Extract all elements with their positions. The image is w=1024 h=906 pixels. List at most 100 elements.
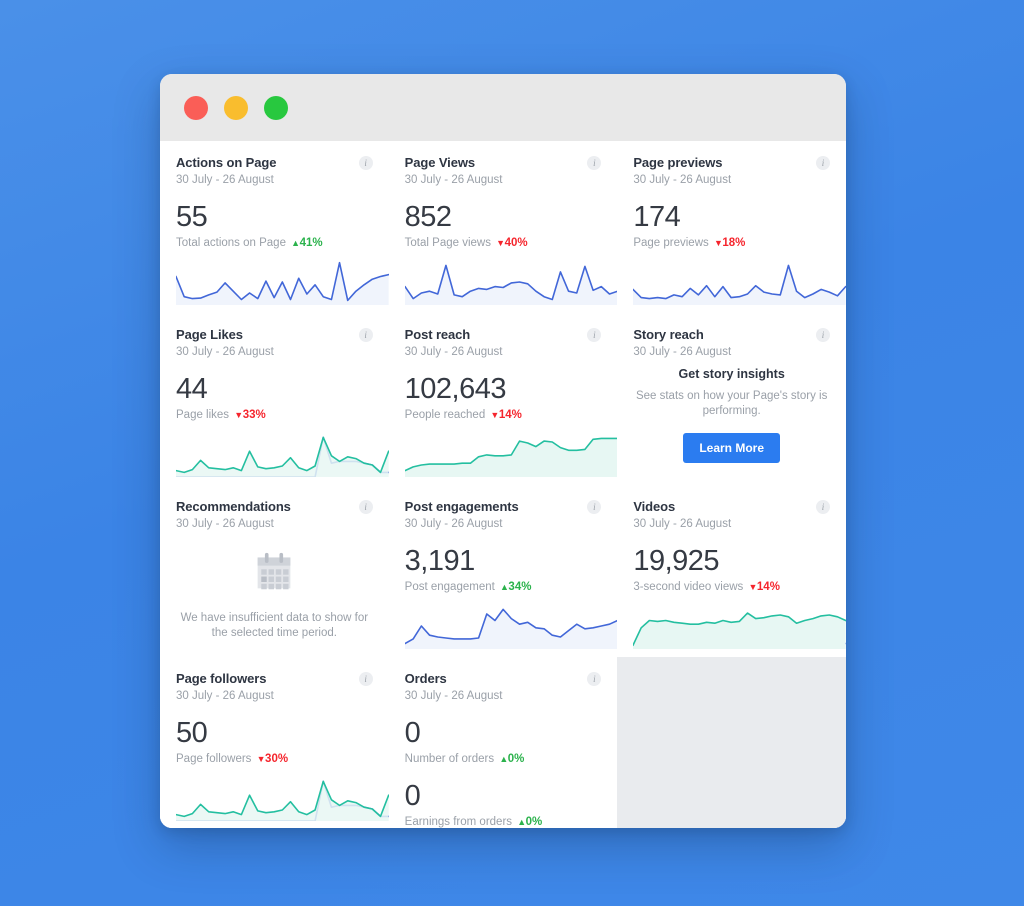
card-header: Orders 30 July - 26 August i — [405, 671, 602, 704]
close-button[interactable] — [184, 95, 208, 120]
card-date-range: 30 July - 26 August — [176, 690, 274, 702]
arrow-down-icon: ▼ — [713, 238, 723, 248]
metric-caption: Page likes ▼33% — [176, 409, 266, 421]
metric-delta: ▼40% — [496, 237, 528, 249]
metric-value: 19,925 — [633, 545, 720, 577]
desktop-background: Actions on Page 30 July - 26 August i 55 Tot… — [0, 0, 1024, 906]
card-videos: Videos 30 July - 26 August i 19,925 3-second… — [617, 485, 846, 657]
metric-value: 852 — [404, 201, 452, 233]
arrow-up-icon: ▲ — [517, 817, 526, 827]
app-window: Actions on Page 30 July - 26 August i 55 Tot… — [160, 74, 846, 828]
info-icon[interactable]: i — [816, 156, 830, 170]
metric-delta: ▼14% — [490, 409, 522, 421]
arrow-down-icon: ▼ — [234, 410, 243, 420]
metric-value: 50 — [176, 717, 208, 749]
card-date-range: 30 July - 26 August — [633, 346, 732, 358]
sparkline-chart — [404, 603, 618, 649]
insights-grid: Actions on Page 30 July - 26 August i 55 Tot… — [160, 141, 846, 828]
metric-value: 174 — [633, 201, 681, 233]
info-icon[interactable]: i — [358, 500, 373, 514]
card-date-range: 30 July - 26 August — [176, 518, 274, 530]
card-post-engagements: Post engagements 30 July - 26 August i 3,19… — [388, 485, 618, 657]
metric-caption: Page previews ▼18% — [633, 237, 746, 249]
arrow-down-icon: ▼ — [256, 754, 266, 764]
info-icon[interactable]: i — [358, 328, 373, 342]
promo-title: Get story insights — [678, 367, 785, 381]
card-date-range: 30 July - 26 August — [633, 174, 732, 186]
metric-caption: People reached ▼14% — [404, 409, 522, 421]
minimize-button[interactable] — [224, 95, 248, 120]
metric-caption: Page followers ▼30% — [176, 753, 289, 765]
card-date-range: 30 July - 26 August — [404, 174, 503, 186]
metric-caption: Number of orders ▲0% — [404, 753, 525, 765]
card-header: Page previews 30 July - 26 August i — [633, 155, 830, 188]
learn-more-button[interactable]: Learn More — [683, 433, 780, 463]
metric-value: 55 — [176, 201, 208, 233]
card-title: Page Likes — [176, 327, 243, 342]
info-icon[interactable]: i — [587, 156, 602, 170]
empty-grid-slot — [617, 657, 846, 828]
story-insights-promo: Get story insights See stats on how your … — [633, 365, 830, 475]
metric-delta: ▲34% — [500, 581, 532, 593]
promo-description: See stats on how your Page's story is pe… — [635, 390, 828, 417]
card-date-range: 30 July - 26 August — [404, 518, 503, 530]
metric-caption: Total actions on Page ▲41% — [176, 237, 323, 249]
calendar-icon — [254, 552, 294, 597]
card-date-range: 30 July - 26 August — [176, 174, 274, 186]
metric-delta: ▼14% — [748, 581, 780, 593]
metric-caption-secondary: Earnings from orders ▲0% — [404, 816, 543, 828]
sparkline-chart — [404, 431, 618, 477]
zoom-button[interactable] — [264, 95, 288, 120]
info-icon[interactable]: i — [587, 328, 602, 342]
card-page-likes: Page Likes 30 July - 26 August i 44 Page lik… — [160, 313, 389, 485]
arrow-down-icon: ▼ — [496, 238, 505, 248]
metric-delta: ▼30% — [256, 753, 289, 765]
metric-caption: Post engagement ▲34% — [404, 581, 532, 593]
empty-state-text: We have insufficient data to show for th… — [180, 611, 369, 639]
info-icon[interactable]: i — [358, 156, 373, 170]
arrow-up-icon: ▲ — [500, 582, 509, 592]
card-header: Actions on Page 30 July - 26 August i — [176, 155, 373, 188]
card-title: Videos — [633, 499, 676, 514]
card-date-range: 30 July - 26 August — [633, 518, 732, 530]
card-date-range: 30 July - 26 August — [404, 346, 503, 358]
metric-delta: ▲0% — [499, 753, 525, 765]
info-icon[interactable]: i — [816, 328, 830, 342]
card-header: Story reach 30 July - 26 August i — [633, 327, 830, 360]
card-title: Orders — [404, 671, 447, 686]
card-header: Page Likes 30 July - 26 August i — [176, 327, 373, 360]
card-title: Page followers — [176, 671, 267, 686]
card-title: Actions on Page — [176, 155, 277, 170]
arrow-up-icon: ▲ — [291, 238, 300, 248]
card-header: Page followers 30 July - 26 August i — [176, 671, 373, 704]
card-title: Post engagements — [404, 499, 519, 514]
metric-value: 102,643 — [404, 373, 507, 405]
sparkline-chart — [176, 431, 389, 477]
info-icon[interactable]: i — [587, 672, 602, 686]
card-title: Story reach — [633, 327, 704, 342]
info-icon[interactable]: i — [587, 500, 602, 514]
info-icon[interactable]: i — [816, 500, 830, 514]
sparkline-chart — [633, 603, 846, 649]
card-header: Videos 30 July - 26 August i — [633, 499, 830, 532]
metric-value: 0 — [404, 717, 421, 749]
card-date-range: 30 July - 26 August — [404, 690, 503, 702]
sparkline-chart — [404, 259, 618, 305]
card-recommendations: Recommendations 30 July - 26 August i We ha… — [160, 485, 389, 657]
arrow-down-icon: ▼ — [490, 410, 499, 420]
sparkline-chart — [176, 775, 389, 821]
info-icon[interactable]: i — [358, 672, 373, 686]
window-titlebar — [160, 74, 846, 141]
card-page-previews: Page previews 30 July - 26 August i 174 Page… — [617, 141, 846, 313]
metric-delta: ▲41% — [291, 237, 323, 249]
card-header: Post reach 30 July - 26 August i — [405, 327, 602, 360]
metric-caption: 3-second video views ▼14% — [633, 581, 780, 593]
metric-value: 44 — [176, 373, 208, 405]
sparkline-chart — [633, 259, 846, 305]
card-date-range: 30 July - 26 August — [176, 346, 274, 358]
metric-delta-secondary: ▲0% — [517, 816, 543, 828]
card-title: Recommendations — [176, 499, 291, 514]
card-title: Post reach — [404, 327, 471, 342]
empty-state: We have insufficient data to show for th… — [176, 543, 373, 649]
card-post-reach: Post reach 30 July - 26 August i 102,643 Peo… — [388, 313, 618, 485]
